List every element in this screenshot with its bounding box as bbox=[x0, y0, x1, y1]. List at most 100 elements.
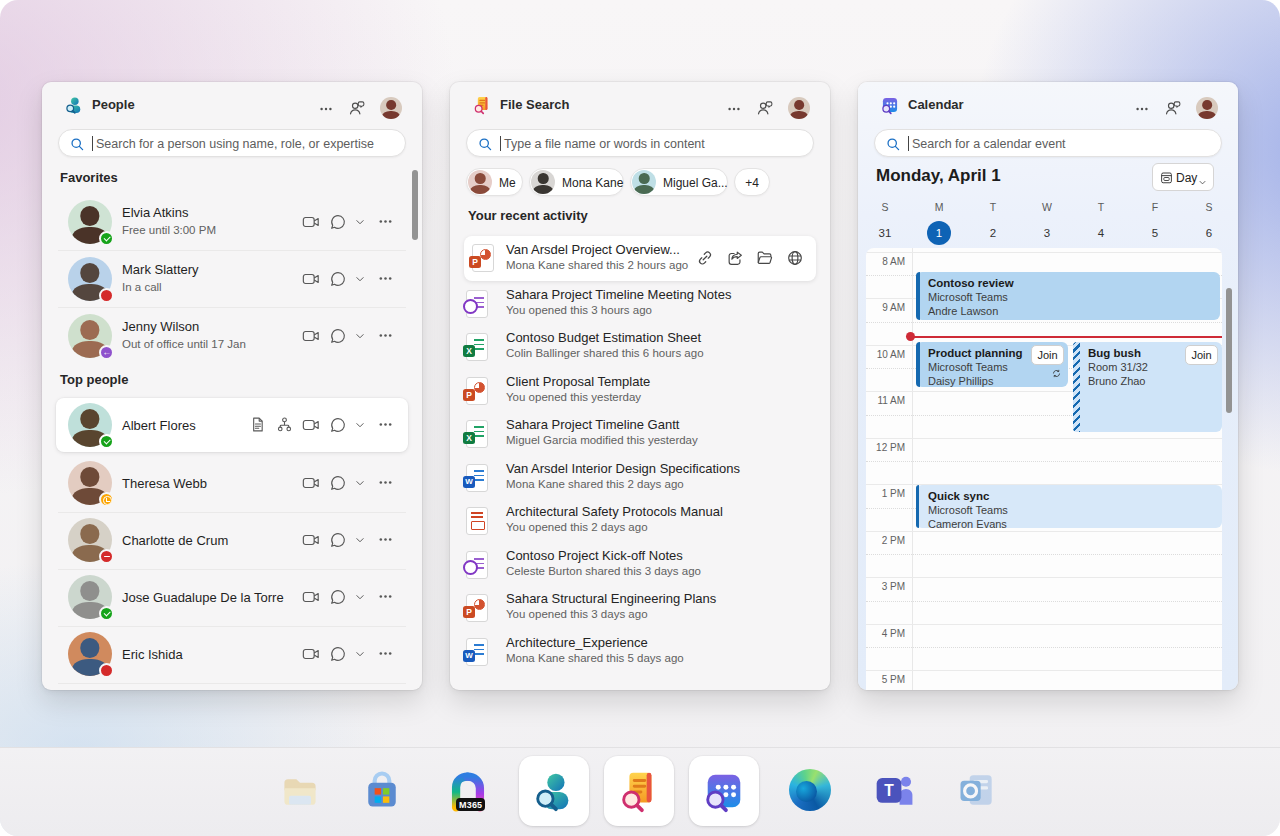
chevron-down-icon[interactable] bbox=[353, 329, 367, 347]
video-call-icon[interactable] bbox=[302, 327, 320, 349]
person-row[interactable]: Elvia Atkins Free until 3:00 PM bbox=[56, 194, 408, 251]
filter-chip-me[interactable]: Me bbox=[466, 168, 523, 196]
teams-icon[interactable]: T bbox=[873, 768, 917, 816]
calendar-app-card[interactable] bbox=[689, 756, 759, 826]
open-folder-icon[interactable] bbox=[756, 249, 774, 271]
filter-chip-more[interactable]: +4 bbox=[734, 168, 770, 196]
more-options-icon[interactable] bbox=[377, 213, 394, 234]
chevron-down-icon[interactable] bbox=[353, 272, 367, 290]
user-avatar[interactable] bbox=[380, 97, 402, 119]
file-row[interactable]: Van Arsdel Interior Design Specification… bbox=[466, 457, 814, 501]
edge-browser-icon[interactable] bbox=[789, 769, 831, 811]
user-avatar[interactable] bbox=[788, 97, 810, 119]
chat-icon[interactable] bbox=[329, 416, 347, 438]
document-icon[interactable] bbox=[249, 416, 266, 437]
video-call-icon[interactable] bbox=[302, 270, 320, 292]
more-options-icon[interactable] bbox=[726, 101, 742, 121]
scrollbar[interactable] bbox=[412, 170, 418, 240]
microsoft-store-icon[interactable] bbox=[360, 768, 404, 816]
calendar-search-input[interactable]: Search for a calendar event bbox=[874, 129, 1222, 157]
chevron-down-icon[interactable] bbox=[353, 647, 367, 665]
chevron-down-icon[interactable] bbox=[353, 215, 367, 233]
video-call-icon[interactable] bbox=[302, 474, 320, 496]
user-avatar[interactable] bbox=[1196, 97, 1218, 119]
file-search-input[interactable]: Type a file name or words in content bbox=[466, 129, 814, 157]
file-title: Sahara Structural Engineering Plans bbox=[506, 591, 716, 606]
event-contoso-review[interactable]: Contoso review Microsoft Teams Andre Law… bbox=[916, 272, 1220, 320]
file-row[interactable]: Sahara Structural Engineering PlansYou o… bbox=[466, 587, 814, 631]
chat-icon[interactable] bbox=[329, 645, 347, 667]
half-hour-line bbox=[866, 461, 1222, 462]
file-row[interactable]: Sahara Project Timeline GanttMiguel Garc… bbox=[466, 413, 814, 457]
file-row[interactable]: Contoso Project Kick-off NotesCeleste Bu… bbox=[466, 544, 814, 588]
share-icon[interactable] bbox=[726, 249, 744, 271]
m365-copilot-icon[interactable]: M365 bbox=[446, 768, 490, 816]
join-button[interactable]: Join bbox=[1185, 345, 1218, 365]
person-row[interactable]: Theresa Webb bbox=[56, 455, 408, 512]
more-options-icon[interactable] bbox=[377, 645, 394, 666]
file-row[interactable]: Contoso Budget Estimation SheetColin Bal… bbox=[466, 326, 814, 370]
person-row[interactable]: Jose Guadalupe De la Torre bbox=[56, 569, 408, 626]
chevron-down-icon[interactable] bbox=[353, 590, 367, 608]
chat-icon[interactable] bbox=[329, 213, 347, 235]
chevron-down-icon[interactable] bbox=[353, 418, 367, 436]
chat-icon[interactable] bbox=[329, 588, 347, 610]
date-cell[interactable]: 6 bbox=[1197, 221, 1221, 245]
date-cell[interactable]: 4 bbox=[1089, 221, 1113, 245]
join-button[interactable]: Join bbox=[1031, 345, 1064, 365]
more-options-icon[interactable] bbox=[377, 531, 394, 552]
copy-link-icon[interactable] bbox=[696, 249, 714, 271]
event-quick-sync[interactable]: Quick sync Microsoft Teams Cameron Evans bbox=[916, 485, 1222, 528]
person-row[interactable]: Jenny Wilson Out of office until 17 Jan bbox=[56, 308, 408, 365]
feedback-icon[interactable] bbox=[756, 99, 774, 121]
event-product-planning[interactable]: Product planning Microsoft Teams Daisy P… bbox=[916, 342, 1068, 387]
file-row[interactable]: Sahara Project Timeline Meeting NotesYou… bbox=[466, 283, 814, 327]
person-row-selected[interactable]: Albert Flores bbox=[56, 398, 408, 452]
org-chart-icon[interactable] bbox=[276, 416, 293, 437]
chat-icon[interactable] bbox=[329, 327, 347, 349]
person-row[interactable]: Eric Ishida bbox=[56, 626, 408, 683]
feedback-icon[interactable] bbox=[1164, 99, 1182, 121]
date-cell[interactable]: 5 bbox=[1143, 221, 1167, 245]
person-row[interactable]: Charlotte de Crum bbox=[56, 512, 408, 569]
more-options-icon[interactable] bbox=[377, 327, 394, 348]
people-search-input[interactable]: Search for a person using name, role, or… bbox=[58, 129, 406, 157]
chat-icon[interactable] bbox=[329, 531, 347, 553]
hour-line bbox=[866, 252, 1222, 253]
date-cell[interactable]: 3 bbox=[1035, 221, 1059, 245]
file-row[interactable]: Architecture_ExperienceMona Kane shared … bbox=[466, 631, 814, 675]
video-call-icon[interactable] bbox=[302, 588, 320, 610]
chevron-down-icon[interactable] bbox=[353, 476, 367, 494]
more-options-icon[interactable] bbox=[377, 416, 394, 437]
people-app-card[interactable] bbox=[519, 756, 589, 826]
video-call-icon[interactable] bbox=[302, 645, 320, 667]
more-options-icon[interactable] bbox=[377, 588, 394, 609]
file-search-app-card[interactable] bbox=[604, 756, 674, 826]
view-selector-button[interactable]: Day bbox=[1152, 163, 1214, 191]
more-options-icon[interactable] bbox=[377, 270, 394, 291]
filter-chip-miguel[interactable]: Miguel Ga... bbox=[630, 168, 728, 196]
file-row-selected[interactable]: Van Arsdel Project Overview... Mona Kane… bbox=[464, 236, 816, 281]
event-bug-bush[interactable]: Bug bush Room 31/32 Bruno Zhao Join bbox=[1073, 342, 1222, 432]
chevron-down-icon[interactable] bbox=[353, 533, 367, 551]
more-options-icon[interactable] bbox=[1134, 101, 1150, 121]
date-cell[interactable]: 31 bbox=[873, 221, 897, 245]
person-row[interactable]: Mark Slattery In a call bbox=[56, 251, 408, 308]
chat-icon[interactable] bbox=[329, 270, 347, 292]
outlook-icon[interactable] bbox=[955, 768, 999, 816]
file-row[interactable]: Architectural Safety Protocols ManualYou… bbox=[466, 500, 814, 544]
feedback-icon[interactable] bbox=[348, 99, 366, 121]
more-options-icon[interactable] bbox=[318, 101, 334, 121]
date-cell[interactable]: 2 bbox=[981, 221, 1005, 245]
chat-icon[interactable] bbox=[329, 474, 347, 496]
file-row[interactable]: Client Proposal TemplateYou opened this … bbox=[466, 370, 814, 414]
open-in-browser-icon[interactable] bbox=[786, 249, 804, 271]
video-call-icon[interactable] bbox=[302, 416, 320, 438]
filter-chip-mona[interactable]: Mona Kane bbox=[529, 168, 624, 196]
video-call-icon[interactable] bbox=[302, 531, 320, 553]
date-cell-selected[interactable]: 1 bbox=[927, 221, 951, 245]
scrollbar[interactable] bbox=[1226, 288, 1232, 413]
file-explorer-icon[interactable] bbox=[278, 770, 322, 818]
more-options-icon[interactable] bbox=[377, 474, 394, 495]
video-call-icon[interactable] bbox=[302, 213, 320, 235]
